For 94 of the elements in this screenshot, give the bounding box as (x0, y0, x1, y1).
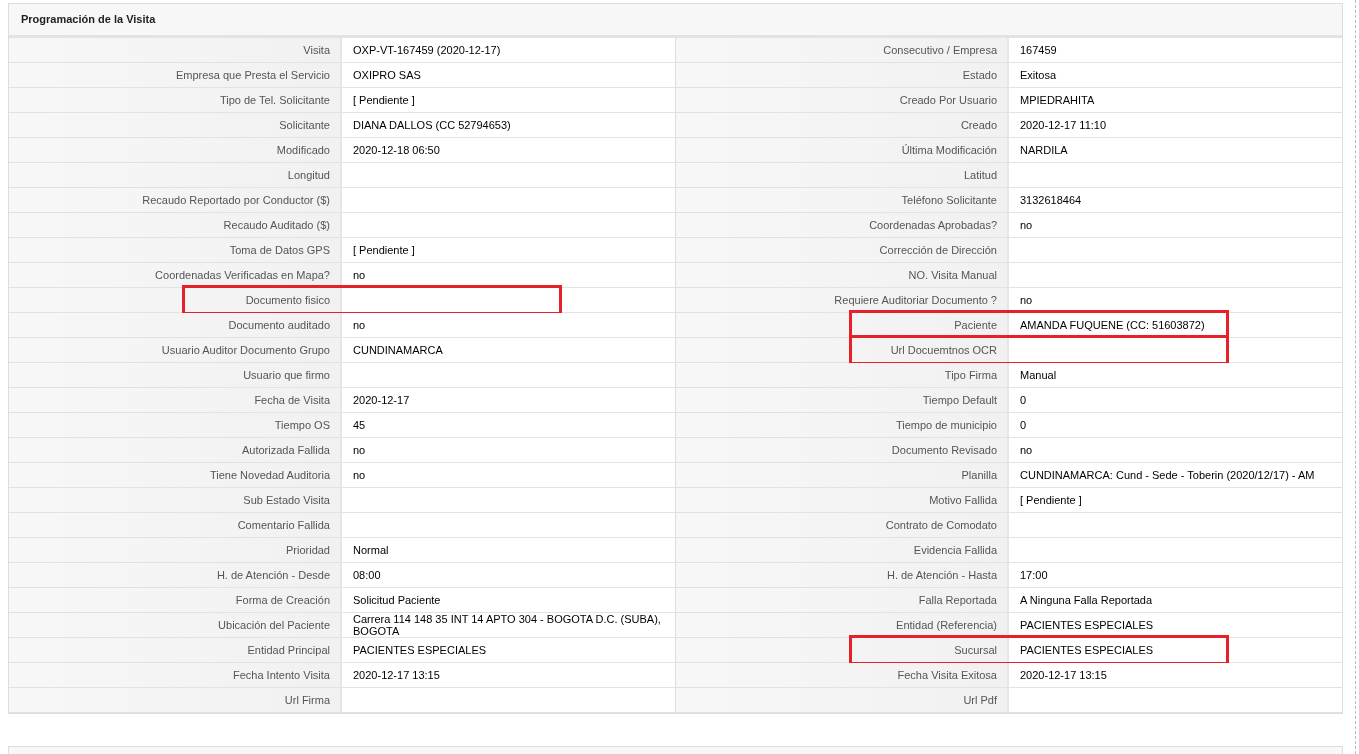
field-label-cell: Coordenadas Verificadas en Mapa? (9, 263, 342, 287)
field-label-cell: Tipo de Tel. Solicitante (9, 88, 342, 112)
field-label-cell: Corrección de Dirección (676, 238, 1009, 262)
field-value: 2020-12-18 06:50 (353, 144, 440, 156)
field-value: 08:00 (353, 569, 381, 581)
field-value: Exitosa (1020, 69, 1057, 81)
field-label-cell: Toma de Datos GPS (9, 238, 342, 262)
field-value: 3132618464 (1020, 194, 1082, 206)
panel-title: Programación de la Visita (21, 12, 156, 28)
field-value: 0 (1020, 419, 1027, 431)
field-label-cell: Recaudo Reportado por Conductor ($) (9, 188, 342, 212)
field-label-cell: Requiere Auditoriar Documento ? (676, 288, 1009, 312)
field-label-cell: Creado Por Usuario (676, 88, 1009, 112)
field-value: no (353, 469, 366, 481)
field-value: no (353, 319, 366, 331)
field-label-cell: Visita (9, 38, 342, 62)
field-value: DIANA DALLOS (CC 52794653) (353, 119, 511, 131)
field-value: [ Pendiente ] (353, 244, 415, 256)
field-value: PACIENTES ESPECIALES (1020, 644, 1154, 656)
field-value: [ Pendiente ] (353, 94, 415, 106)
field-value: CUNDINAMARCA (353, 344, 443, 356)
field-label-cell: Tiene Novedad Auditoria (9, 463, 342, 487)
field-label-cell: Fecha de Visita (9, 388, 342, 412)
field-label-cell: Falla Reportada (676, 588, 1009, 612)
field-label-cell: NO. Visita Manual (676, 263, 1009, 287)
field-value: Carrera 114 148 35 INT 14 APTO 304 - BOGOTA D.C. (SUBA), BOGOTA (353, 613, 662, 637)
field-label-cell: Sub Estado Visita (9, 488, 342, 512)
field-label-cell: Modificado (9, 138, 342, 162)
field-value: no (1020, 219, 1033, 231)
field-value: 2020-12-17 11:10 (1020, 119, 1107, 131)
field-value: 167459 (1020, 44, 1057, 56)
field-label-cell: Ubicación del Paciente (9, 613, 342, 637)
field-label-cell: Fecha Intento Visita (9, 663, 342, 687)
field-value: no (1020, 444, 1033, 456)
field-label-cell: Evidencia Fallida (676, 538, 1009, 562)
field-value: 0 (1020, 394, 1027, 406)
field-value: Manual (1020, 369, 1057, 381)
field-label-cell: Longitud (9, 163, 342, 187)
field-label-cell: Url Firma (9, 688, 342, 712)
field-value: PACIENTES ESPECIALES (353, 644, 487, 656)
field-label-cell: Fecha Visita Exitosa (676, 663, 1009, 687)
field-label-cell: Forma de Creación (9, 588, 342, 612)
field-value: 45 (353, 419, 366, 431)
field-value: 2020-12-17 13:15 (353, 669, 440, 681)
field-value: [ Pendiente ] (1020, 494, 1082, 506)
field-label-cell: Consecutivo / Empresa (676, 38, 1009, 62)
field-value: Normal (353, 544, 389, 556)
field-label-cell: Documento Revisado (676, 438, 1009, 462)
field-label-cell: Contrato de Comodato (676, 513, 1009, 537)
field-label-cell: Tiempo Default (676, 388, 1009, 412)
field-value: Solicitud Paciente (353, 594, 441, 606)
field-label-cell: Estado (676, 63, 1009, 87)
field-value: OXP-VT-167459 (2020-12-17) (353, 44, 501, 56)
field-label-cell: Sucursal (676, 638, 1009, 662)
field-value: NARDILA (1020, 144, 1068, 156)
field-label-cell: Documento fisico (9, 288, 342, 312)
field-label-cell: Url Pdf (676, 688, 1009, 712)
field-label-cell: Usuario Auditor Documento Grupo (9, 338, 342, 362)
field-label-cell: Coordenadas Aprobadas? (676, 213, 1009, 237)
field-label-cell: Tipo Firma (676, 363, 1009, 387)
field-value: PACIENTES ESPECIALES (1020, 619, 1154, 631)
field-label-cell: Tiempo de municipio (676, 413, 1009, 437)
field-label-cell: Usuario que firmo (9, 363, 342, 387)
field-value: no (1020, 294, 1033, 306)
field-label-cell: Latitud (676, 163, 1009, 187)
field-label-cell: Recaudo Auditado ($) (9, 213, 342, 237)
field-label-cell: Empresa que Presta el Servicio (9, 63, 342, 87)
field-value: no (353, 444, 366, 456)
field-label-cell: Motivo Fallida (676, 488, 1009, 512)
field-value: MPIEDRAHITA (1020, 94, 1095, 106)
field-label-cell: Teléfono Solicitante (676, 188, 1009, 212)
field-value: CUNDINAMARCA: Cund - Sede - Toberin (2020/12/17) - AM (1020, 469, 1315, 481)
field-label-cell: Url Docuemtnos OCR (676, 338, 1009, 362)
field-label-cell: Documento auditado (9, 313, 342, 337)
field-label-cell: Comentario Fallida (9, 513, 342, 537)
field-value: 2020-12-17 13:15 (1020, 669, 1107, 681)
field-label-cell: Entidad (Referencia) (676, 613, 1009, 637)
field-value: OXIPRO SAS (353, 69, 421, 81)
field-value: 2020-12-17 (353, 394, 410, 406)
field-label-cell: Planilla (676, 463, 1009, 487)
field-label-cell: Creado (676, 113, 1009, 137)
field-value: AMANDA FUQUENE (CC: 51603872) (1020, 319, 1205, 331)
field-value: no (353, 269, 366, 281)
field-label-cell: Solicitante (9, 113, 342, 137)
field-label-cell: Paciente (676, 313, 1009, 337)
field-label-cell: Entidad Principal (9, 638, 342, 662)
field-label-cell: Prioridad (9, 538, 342, 562)
field-label-cell: H. de Atención - Desde (9, 563, 342, 587)
field-label-cell: Autorizada Fallida (9, 438, 342, 462)
field-label-cell: Tiempo OS (9, 413, 342, 437)
field-value: 17:00 (1020, 569, 1048, 581)
field-label-cell: H. de Atención - Hasta (676, 563, 1009, 587)
field-label-cell: Última Modificación (676, 138, 1009, 162)
field-value: A Ninguna Falla Reportada (1020, 594, 1153, 606)
